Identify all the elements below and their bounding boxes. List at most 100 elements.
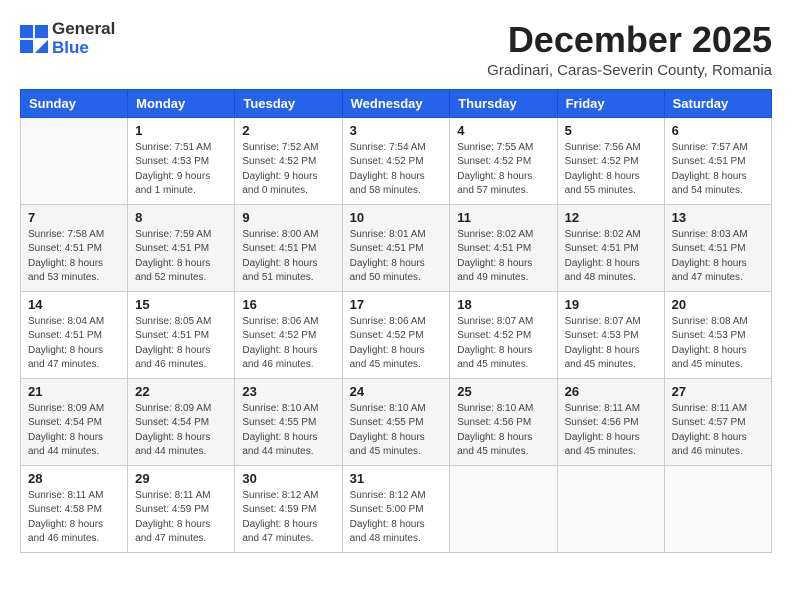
calendar-cell: 7 Sunrise: 7:58 AM Sunset: 4:51 PM Daylig…	[21, 204, 128, 291]
calendar-cell: 29 Sunrise: 8:11 AM Sunset: 4:59 PM Dayli…	[128, 465, 235, 552]
day-number: 27	[672, 384, 764, 399]
calendar-cell: 4 Sunrise: 7:55 AM Sunset: 4:52 PM Daylig…	[450, 117, 557, 204]
day-number: 17	[350, 297, 443, 312]
calendar-cell: 22 Sunrise: 8:09 AM Sunset: 4:54 PM Dayli…	[128, 378, 235, 465]
day-number: 2	[242, 123, 334, 138]
day-info: Sunrise: 8:07 AM Sunset: 4:53 PM Dayligh…	[565, 315, 657, 373]
day-info: Sunrise: 7:56 AM Sunset: 4:52 PM Dayligh…	[565, 141, 657, 199]
day-number: 29	[135, 471, 227, 486]
calendar-cell	[21, 117, 128, 204]
calendar-cell: 1Sunrise: 7:51 AM Sunset: 4:53 PM Daylig…	[128, 117, 235, 204]
day-number: 23	[242, 384, 334, 399]
calendar-cell: 12 Sunrise: 8:02 AM Sunset: 4:51 PM Dayli…	[557, 204, 664, 291]
title-area: December 2025 Gradinari, Caras-Severin C…	[487, 20, 772, 79]
day-number: 13	[672, 210, 764, 225]
column-header-wednesday: Wednesday	[342, 89, 450, 117]
logo-icon	[20, 25, 48, 53]
calendar-cell: 2 Sunrise: 7:52 AM Sunset: 4:52 PM Daylig…	[235, 117, 342, 204]
column-header-thursday: Thursday	[450, 89, 557, 117]
calendar-cell: 8Sunrise: 7:59 AM Sunset: 4:51 PM Daylig…	[128, 204, 235, 291]
calendar-cell	[557, 465, 664, 552]
calendar-header-row: SundayMondayTuesdayWednesdayThursdayFrid…	[21, 89, 772, 117]
day-number: 5	[565, 123, 657, 138]
day-number: 31	[350, 471, 443, 486]
calendar-table: SundayMondayTuesdayWednesdayThursdayFrid…	[20, 89, 772, 553]
day-info: Sunrise: 8:05 AM Sunset: 4:51 PM Dayligh…	[135, 315, 227, 373]
calendar-cell: 25 Sunrise: 8:10 AM Sunset: 4:56 PM Dayli…	[450, 378, 557, 465]
calendar-cell: 23Sunrise: 8:10 AM Sunset: 4:55 PM Dayli…	[235, 378, 342, 465]
column-header-saturday: Saturday	[664, 89, 771, 117]
logo-general: General	[52, 19, 115, 38]
day-info: Sunrise: 8:07 AM Sunset: 4:52 PM Dayligh…	[457, 315, 549, 373]
logo-blue: Blue	[52, 38, 89, 57]
day-number: 25	[457, 384, 549, 399]
day-info: Sunrise: 7:55 AM Sunset: 4:52 PM Dayligh…	[457, 141, 549, 199]
day-info: Sunrise: 8:08 AM Sunset: 4:53 PM Dayligh…	[672, 315, 764, 373]
day-info: Sunrise: 8:03 AM Sunset: 4:51 PM Dayligh…	[672, 228, 764, 286]
calendar-cell: 11Sunrise: 8:02 AM Sunset: 4:51 PM Dayli…	[450, 204, 557, 291]
day-info: Sunrise: 8:09 AM Sunset: 4:54 PM Dayligh…	[28, 402, 120, 460]
calendar-cell: 5 Sunrise: 7:56 AM Sunset: 4:52 PM Daylig…	[557, 117, 664, 204]
calendar-cell: 24 Sunrise: 8:10 AM Sunset: 4:55 PM Dayli…	[342, 378, 450, 465]
calendar-cell: 30Sunrise: 8:12 AM Sunset: 4:59 PM Dayli…	[235, 465, 342, 552]
day-info: Sunrise: 8:02 AM Sunset: 4:51 PM Dayligh…	[565, 228, 657, 286]
day-number: 24	[350, 384, 443, 399]
page-title: December 2025	[487, 20, 772, 60]
day-info: Sunrise: 8:06 AM Sunset: 4:52 PM Dayligh…	[242, 315, 334, 373]
day-number: 6	[672, 123, 764, 138]
day-number: 26	[565, 384, 657, 399]
day-number: 16	[242, 297, 334, 312]
calendar-cell: 19 Sunrise: 8:07 AM Sunset: 4:53 PM Dayli…	[557, 291, 664, 378]
calendar-cell: 26Sunrise: 8:11 AM Sunset: 4:56 PM Dayli…	[557, 378, 664, 465]
day-info: Sunrise: 8:10 AM Sunset: 4:56 PM Dayligh…	[457, 402, 549, 460]
column-header-sunday: Sunday	[21, 89, 128, 117]
calendar-cell: 28 Sunrise: 8:11 AM Sunset: 4:58 PM Dayli…	[21, 465, 128, 552]
calendar-week-row: 14 Sunrise: 8:04 AM Sunset: 4:51 PM Dayli…	[21, 291, 772, 378]
day-info: Sunrise: 8:06 AM Sunset: 4:52 PM Dayligh…	[350, 315, 443, 373]
calendar-cell: 14 Sunrise: 8:04 AM Sunset: 4:51 PM Dayli…	[21, 291, 128, 378]
day-info: Sunrise: 8:00 AM Sunset: 4:51 PM Dayligh…	[242, 228, 334, 286]
day-number: 9	[242, 210, 334, 225]
calendar-cell: 18Sunrise: 8:07 AM Sunset: 4:52 PM Dayli…	[450, 291, 557, 378]
page-subtitle: Gradinari, Caras-Severin County, Romania	[487, 62, 772, 79]
column-header-friday: Friday	[557, 89, 664, 117]
calendar-cell: 9 Sunrise: 8:00 AM Sunset: 4:51 PM Daylig…	[235, 204, 342, 291]
column-header-tuesday: Tuesday	[235, 89, 342, 117]
day-number: 30	[242, 471, 334, 486]
calendar-cell: 10 Sunrise: 8:01 AM Sunset: 4:51 PM Dayli…	[342, 204, 450, 291]
day-number: 12	[565, 210, 657, 225]
day-number: 10	[350, 210, 443, 225]
day-info: Sunrise: 8:10 AM Sunset: 4:55 PM Dayligh…	[350, 402, 443, 460]
day-number: 14	[28, 297, 120, 312]
calendar-cell: 17 Sunrise: 8:06 AM Sunset: 4:52 PM Dayli…	[342, 291, 450, 378]
day-info: Sunrise: 8:01 AM Sunset: 4:51 PM Dayligh…	[350, 228, 443, 286]
column-header-monday: Monday	[128, 89, 235, 117]
day-number: 20	[672, 297, 764, 312]
day-number: 7	[28, 210, 120, 225]
day-number: 19	[565, 297, 657, 312]
day-info: Sunrise: 8:11 AM Sunset: 4:59 PM Dayligh…	[135, 489, 227, 547]
day-number: 21	[28, 384, 120, 399]
day-number: 3	[350, 123, 443, 138]
day-info: Sunrise: 7:58 AM Sunset: 4:51 PM Dayligh…	[28, 228, 120, 286]
day-info: Sunrise: 7:52 AM Sunset: 4:52 PM Dayligh…	[242, 141, 334, 199]
day-info: Sunrise: 7:54 AM Sunset: 4:52 PM Dayligh…	[350, 141, 443, 199]
calendar-cell: 27Sunrise: 8:11 AM Sunset: 4:57 PM Dayli…	[664, 378, 771, 465]
logo-text-container: General Blue	[52, 20, 115, 57]
calendar-week-row: 1Sunrise: 7:51 AM Sunset: 4:53 PM Daylig…	[21, 117, 772, 204]
day-number: 4	[457, 123, 549, 138]
page-header: General Blue December 2025 Gradinari, Ca…	[20, 20, 772, 79]
calendar-cell: 20 Sunrise: 8:08 AM Sunset: 4:53 PM Dayli…	[664, 291, 771, 378]
day-number: 22	[135, 384, 227, 399]
day-info: Sunrise: 8:11 AM Sunset: 4:58 PM Dayligh…	[28, 489, 120, 547]
calendar-cell	[664, 465, 771, 552]
day-info: Sunrise: 7:59 AM Sunset: 4:51 PM Dayligh…	[135, 228, 227, 286]
day-info: Sunrise: 8:04 AM Sunset: 4:51 PM Dayligh…	[28, 315, 120, 373]
day-info: Sunrise: 8:09 AM Sunset: 4:54 PM Dayligh…	[135, 402, 227, 460]
calendar-cell: 15 Sunrise: 8:05 AM Sunset: 4:51 PM Dayli…	[128, 291, 235, 378]
calendar-week-row: 7 Sunrise: 7:58 AM Sunset: 4:51 PM Daylig…	[21, 204, 772, 291]
calendar-cell: 3 Sunrise: 7:54 AM Sunset: 4:52 PM Daylig…	[342, 117, 450, 204]
day-info: Sunrise: 7:51 AM Sunset: 4:53 PM Dayligh…	[135, 141, 227, 199]
day-number: 28	[28, 471, 120, 486]
day-number: 15	[135, 297, 227, 312]
